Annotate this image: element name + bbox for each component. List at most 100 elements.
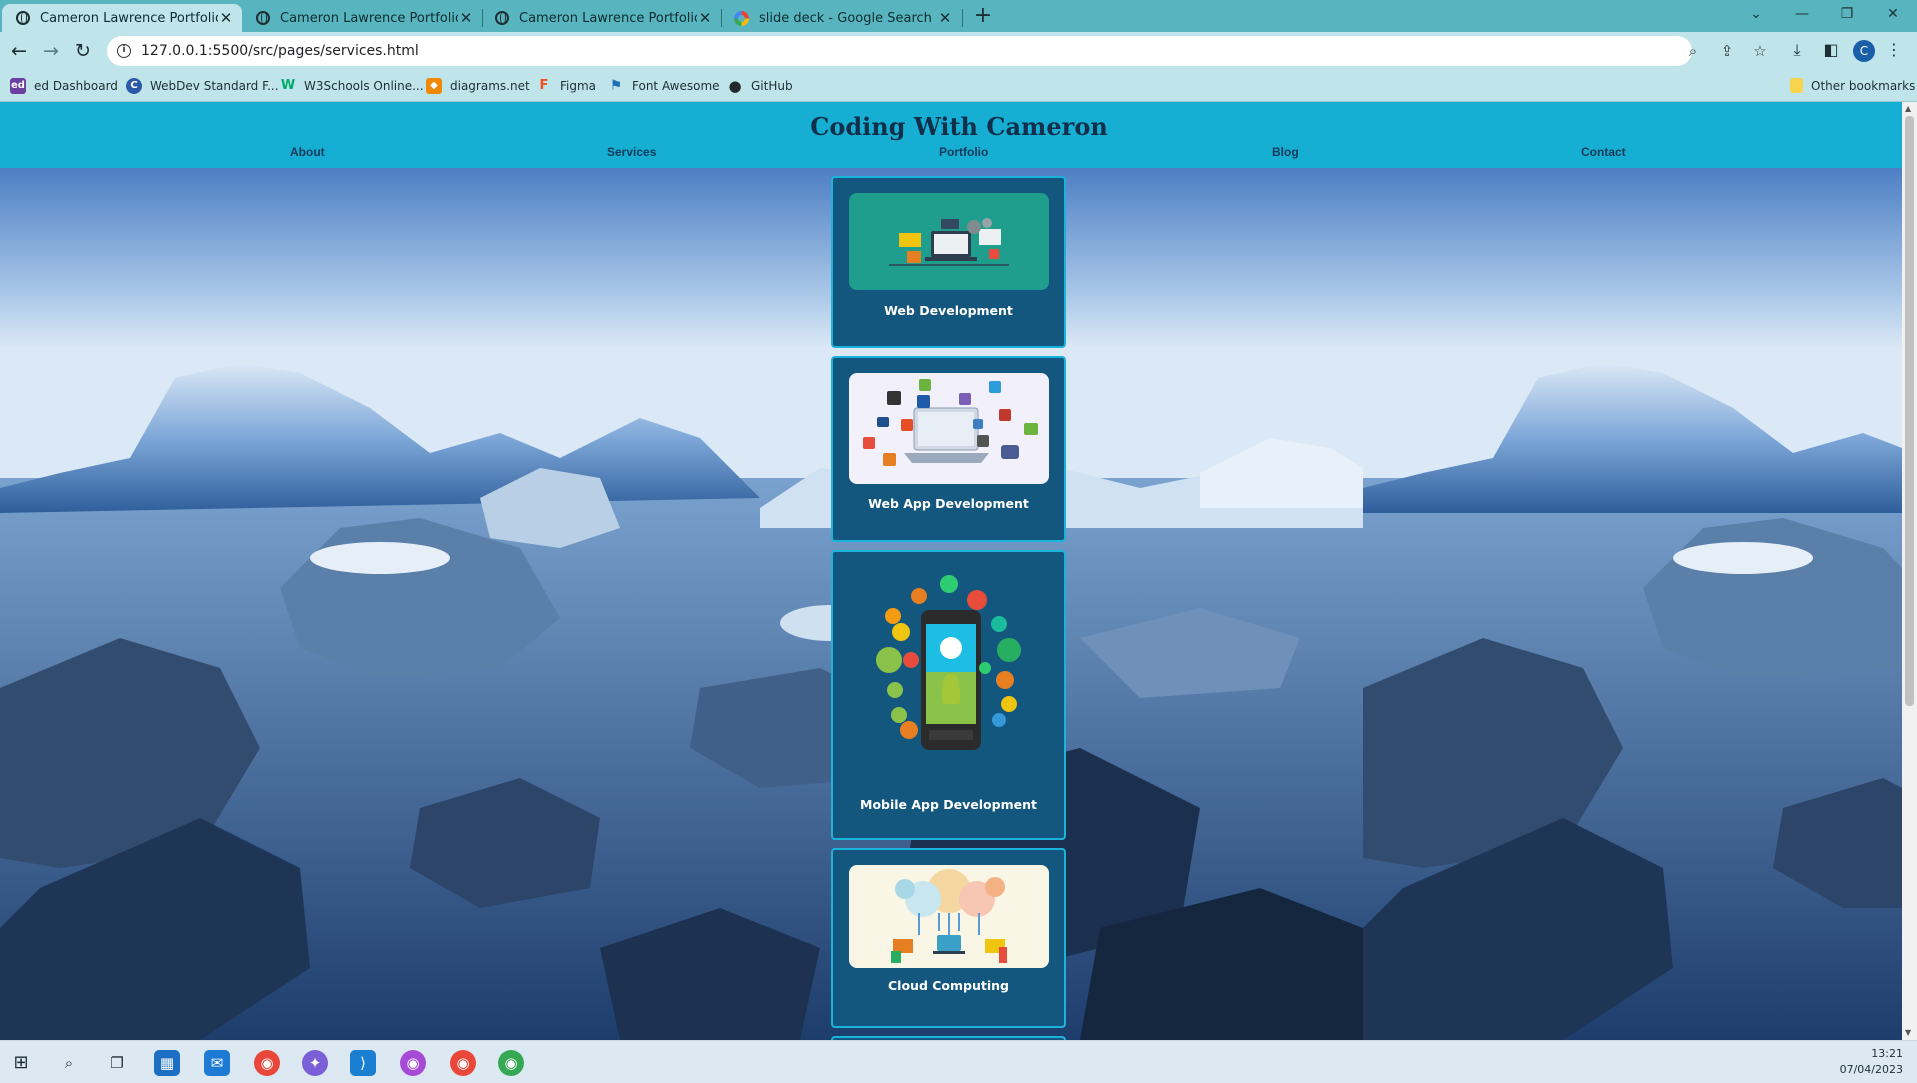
close-icon[interactable]: ✕: [937, 9, 953, 27]
close-icon[interactable]: ✕: [697, 9, 713, 27]
service-card-web-app-development[interactable]: Web App Development: [831, 356, 1066, 542]
windows-start-icon[interactable]: ⊞: [8, 1050, 34, 1076]
bookmark-item[interactable]: F Figma: [536, 78, 596, 94]
download-icon[interactable]: ⤓: [1786, 40, 1808, 60]
background-image: [1363, 168, 1902, 1040]
google-icon: [734, 10, 749, 26]
webdev-icon: C: [126, 78, 142, 94]
new-tab-button[interactable]: +: [970, 3, 996, 28]
nav-link-blog[interactable]: Blog: [1272, 145, 1299, 159]
service-label: Mobile App Development: [860, 797, 1037, 812]
globe-icon: [495, 11, 509, 25]
bookmark-label: ed Dashboard: [34, 79, 118, 93]
task-view-icon[interactable]: ❐: [104, 1050, 130, 1076]
bookmark-star-icon[interactable]: ☆: [1750, 42, 1770, 60]
service-label: Cloud Computing: [888, 978, 1009, 993]
bookmark-item[interactable]: W W3Schools Online...: [280, 78, 424, 94]
service-label: Web Development: [884, 303, 1013, 318]
chrome-icon[interactable]: ◉: [498, 1050, 524, 1076]
browser-tab[interactable]: slide deck - Google Search ✕: [720, 4, 958, 32]
bookmark-label: diagrams.net: [450, 79, 530, 93]
profile-avatar[interactable]: C: [1853, 40, 1875, 62]
share-icon[interactable]: ⇪: [1717, 42, 1737, 60]
site-header: Coding With Cameron About Services Portf…: [0, 102, 1902, 168]
globe-icon: [16, 11, 30, 25]
bookmark-label: GitHub: [751, 79, 793, 93]
service-card-mobile-app-development[interactable]: Mobile App Development: [831, 550, 1066, 840]
system-clock[interactable]: 13:21 07/04/2023: [1840, 1046, 1903, 1078]
tab-divider: [962, 9, 963, 27]
browser-tab[interactable]: Cameron Lawrence Portfolio ✕: [2, 4, 242, 32]
zoom-icon[interactable]: ⌕: [1683, 42, 1703, 60]
tab-title: Cameron Lawrence Portfolio: [40, 10, 218, 26]
mobile-app-development-illustration: [849, 570, 1049, 780]
github-icon: ●: [728, 77, 742, 95]
flag-icon: ⚑: [609, 78, 623, 94]
close-icon[interactable]: ✕: [218, 9, 234, 27]
site-info-icon[interactable]: i: [117, 44, 131, 58]
side-panel-icon[interactable]: ◧: [1820, 40, 1842, 59]
service-card-web-development[interactable]: Web Development: [831, 176, 1066, 348]
browser-tab[interactable]: Cameron Lawrence Portfolio ✕: [242, 4, 480, 32]
bookmark-item[interactable]: ⚑ Font Awesome: [608, 78, 720, 94]
menu-icon[interactable]: ⋮: [1883, 40, 1905, 59]
bookmark-item[interactable]: ◆ diagrams.net: [426, 78, 530, 94]
url-text[interactable]: 127.0.0.1:5500/src/pages/services.html: [141, 43, 419, 59]
tab-title: Cameron Lawrence Portfolio: [519, 10, 697, 26]
bookmark-item[interactable]: ed ed Dashboard: [10, 78, 118, 94]
diagrams-icon: ◆: [426, 78, 442, 94]
browser-toolbar: ← → ↻ i 127.0.0.1:5500/src/pages/service…: [0, 32, 1917, 70]
browser-tab-strip: Cameron Lawrence Portfolio ✕ Cameron Law…: [0, 0, 1917, 32]
nav-link-about[interactable]: About: [290, 145, 325, 159]
service-card-cloud-computing[interactable]: Cloud Computing: [831, 848, 1066, 1028]
scrollbar-thumb[interactable]: [1905, 116, 1914, 706]
scroll-up-icon[interactable]: ▲: [1905, 104, 1911, 113]
w3schools-icon: W: [280, 78, 296, 93]
figma-icon: F: [539, 78, 549, 93]
close-window-button[interactable]: ✕: [1873, 2, 1913, 26]
tab-title: Cameron Lawrence Portfolio: [280, 10, 458, 26]
nav-link-portfolio[interactable]: Portfolio: [939, 145, 988, 159]
address-bar[interactable]: i 127.0.0.1:5500/src/pages/services.html…: [107, 36, 1767, 66]
forward-button[interactable]: →: [39, 40, 63, 62]
browser-tab[interactable]: Cameron Lawrence Portfolio ✕: [481, 4, 719, 32]
web-app-development-illustration: [849, 373, 1049, 484]
scroll-down-icon[interactable]: ▼: [1905, 1028, 1911, 1037]
ed-icon: ed: [10, 78, 26, 94]
chrome-icon[interactable]: ◉: [450, 1050, 476, 1076]
mail-icon[interactable]: ✉: [204, 1050, 230, 1076]
bookmark-label: W3Schools Online...: [304, 79, 424, 93]
folder-icon: [1790, 78, 1803, 93]
globe-icon: [256, 11, 270, 25]
tab-title: slide deck - Google Search: [759, 10, 932, 26]
search-icon[interactable]: ⌕: [56, 1050, 82, 1076]
web-development-illustration: [849, 193, 1049, 290]
site-title: Coding With Cameron: [810, 112, 1108, 141]
bookmark-label: Figma: [560, 79, 597, 93]
chrome-icon[interactable]: ◉: [400, 1050, 426, 1076]
chrome-icon[interactable]: ◉: [254, 1050, 280, 1076]
close-icon[interactable]: ✕: [458, 9, 474, 27]
bookmark-label: Other bookmarks: [1811, 78, 1916, 93]
clock-time: 13:21: [1871, 1047, 1903, 1060]
bookmark-item[interactable]: C WebDev Standard F...: [126, 78, 279, 94]
bookmarks-bar: ed ed Dashboard C WebDev Standard F... W…: [0, 70, 1917, 102]
bookmark-label: WebDev Standard F...: [150, 79, 279, 93]
clock-date: 07/04/2023: [1839, 1063, 1903, 1076]
store-icon[interactable]: ▦: [154, 1050, 180, 1076]
back-button[interactable]: ←: [7, 40, 31, 62]
page-viewport: Coding With Cameron About Services Portf…: [0, 102, 1902, 1040]
nav-link-contact[interactable]: Contact: [1581, 145, 1626, 159]
reload-button[interactable]: ↻: [71, 40, 95, 62]
nav-link-services[interactable]: Services: [607, 145, 656, 159]
vscode-icon[interactable]: ⟩: [350, 1050, 376, 1076]
other-bookmarks[interactable]: Other bookmarks: [1790, 78, 1915, 93]
cloud-computing-illustration: [849, 865, 1049, 968]
page-scrollbar[interactable]: ▲ ▼: [1902, 102, 1917, 1040]
restore-button[interactable]: ❐: [1827, 2, 1867, 26]
copilot-icon[interactable]: ✦: [302, 1050, 328, 1076]
minimize-button[interactable]: —: [1782, 2, 1822, 26]
tab-search-button[interactable]: ⌄: [1736, 2, 1776, 26]
bookmark-item[interactable]: ● GitHub: [727, 77, 793, 95]
service-label: Web App Development: [868, 496, 1029, 511]
